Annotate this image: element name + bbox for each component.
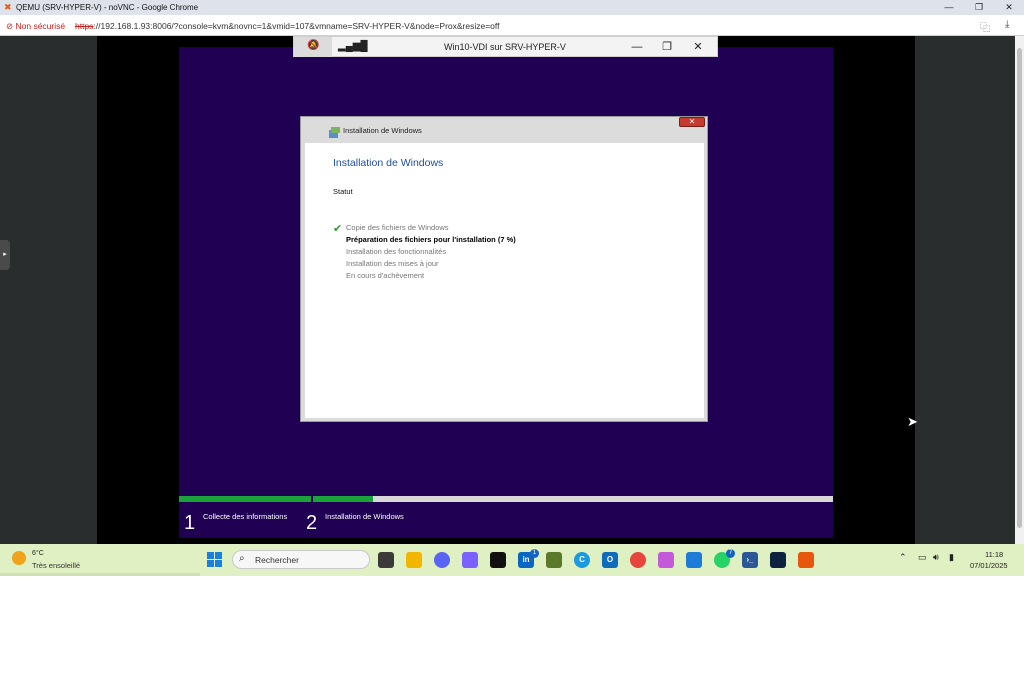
warning-icon: ⊘: [6, 21, 14, 31]
url-text[interactable]: https://192.168.1.93:8006/?console=kvm&n…: [75, 21, 499, 31]
minimize-button[interactable]: —: [934, 0, 964, 15]
phase-label: Installation de Windows: [325, 512, 404, 521]
scrollbar-thumb[interactable]: [1017, 48, 1022, 528]
window-title: QEMU (SRV-HYPER-V) - noVNC - Google Chro…: [16, 3, 199, 12]
url-protocol: https: [75, 21, 94, 31]
status-label: Statut: [333, 187, 353, 196]
copilot-app-icon[interactable]: [658, 552, 674, 568]
download-icon[interactable]: ⤓: [1005, 19, 1009, 30]
signal-icon[interactable]: ▂▄▆█: [338, 41, 368, 52]
translate-icon[interactable]: ⿻: [980, 19, 990, 34]
phase-number: 1: [184, 512, 196, 534]
setup-heading: Installation de Windows: [333, 157, 444, 169]
address-bar[interactable]: ⊘ Non sécurisé https://192.168.1.93:8006…: [0, 15, 1024, 36]
vnc-minimize-button[interactable]: —: [627, 39, 647, 55]
taskbar-edge: [0, 573, 200, 576]
proxmox-app-icon[interactable]: [798, 552, 814, 568]
taskbar: 6°C Très ensoleillé ⌕ Rechercher in 1 C …: [0, 544, 1024, 576]
setup-dialog: Installation de Windows ✕ Installation d…: [300, 116, 708, 422]
step-item: Installation des fonctionnalités: [346, 247, 447, 256]
step-item: En cours d'achèvement: [346, 271, 425, 280]
discord-icon[interactable]: [434, 552, 450, 568]
volume-icon[interactable]: 🔊︎: [933, 552, 939, 563]
app-icon[interactable]: [770, 552, 786, 568]
proxmox-icon: ✖: [4, 2, 12, 12]
minecraft-icon[interactable]: [546, 552, 562, 568]
security-label: Non sécurisé: [15, 21, 66, 31]
phase-label: Collecte des informations: [203, 512, 288, 521]
start-button[interactable]: [207, 552, 222, 567]
phase2-progress-track: [313, 496, 833, 502]
vnc-control-bar: 🔕 ▂▄▆█ Win10-VDI sur SRV-HYPER-V — ❐ ✕: [293, 36, 718, 57]
weather-sun-icon[interactable]: [12, 551, 26, 565]
chevron-up-icon[interactable]: ⌃: [899, 552, 907, 563]
terminal-icon[interactable]: [490, 552, 506, 568]
mute-button[interactable]: 🔕: [294, 37, 332, 57]
phase-number: 2: [306, 512, 318, 534]
browser-title-bar: ✖ QEMU (SRV-HYPER-V) - noVNC - Google Ch…: [0, 0, 1024, 15]
battery-icon[interactable]: ▮: [949, 552, 954, 563]
clock-time[interactable]: 11:18: [985, 550, 1003, 559]
setup-window-title: Installation de Windows: [343, 126, 422, 135]
outlook-icon[interactable]: O: [602, 552, 618, 568]
chrome-icon[interactable]: [630, 552, 646, 568]
restore-button[interactable]: ❐: [964, 0, 994, 15]
search-icon: ⌕: [239, 553, 245, 564]
checkmark-icon: ✔: [333, 223, 343, 235]
linkedin-badge: 1: [530, 549, 539, 558]
setup-icon: [329, 125, 340, 138]
security-indicator[interactable]: ⊘ Non sécurisé: [6, 21, 65, 32]
vnc-restore-button[interactable]: ❐: [657, 39, 677, 55]
powershell-icon[interactable]: ›_: [742, 552, 758, 568]
setup-close-button[interactable]: ✕: [679, 117, 705, 127]
vscode-icon[interactable]: [686, 552, 702, 568]
clock-date[interactable]: 07/01/2025: [970, 561, 1008, 570]
step-item-active: Préparation des fichiers pour l'installa…: [346, 235, 516, 244]
vnc-close-button[interactable]: ✕: [688, 39, 708, 55]
setup-content: Installation de Windows Statut ✔ Copie d…: [305, 143, 704, 418]
step-item: Copie des fichiers de Windows: [346, 223, 449, 232]
file-explorer-icon[interactable]: [406, 552, 422, 568]
phase2-progress: [313, 496, 373, 502]
phase1-progress: [179, 496, 311, 502]
mouse-cursor-icon: ➤: [907, 414, 918, 429]
novnc-control-handle[interactable]: ▸: [0, 240, 10, 270]
vnc-title: Win10-VDI sur SRV-HYPER-V: [444, 42, 566, 52]
taskbar-search[interactable]: ⌕ Rechercher: [232, 550, 370, 569]
url-rest: ://192.168.1.93:8006/?console=kvm&novnc=…: [93, 21, 500, 31]
weather-temperature[interactable]: 6°C: [32, 550, 44, 557]
task-view-icon[interactable]: [378, 552, 394, 568]
copilot-icon[interactable]: [462, 552, 478, 568]
network-icon[interactable]: ▭: [918, 552, 927, 563]
scrollbar[interactable]: [1015, 36, 1024, 544]
bell-off-icon: 🔕: [307, 40, 320, 51]
step-item: Installation des mises à jour: [346, 259, 439, 268]
weather-condition[interactable]: Très ensoleillé: [32, 561, 80, 570]
search-placeholder: Rechercher: [255, 555, 299, 565]
whatsapp-badge: 7: [726, 549, 735, 558]
close-button[interactable]: ✕: [994, 0, 1024, 15]
edge-icon[interactable]: C: [574, 552, 590, 568]
